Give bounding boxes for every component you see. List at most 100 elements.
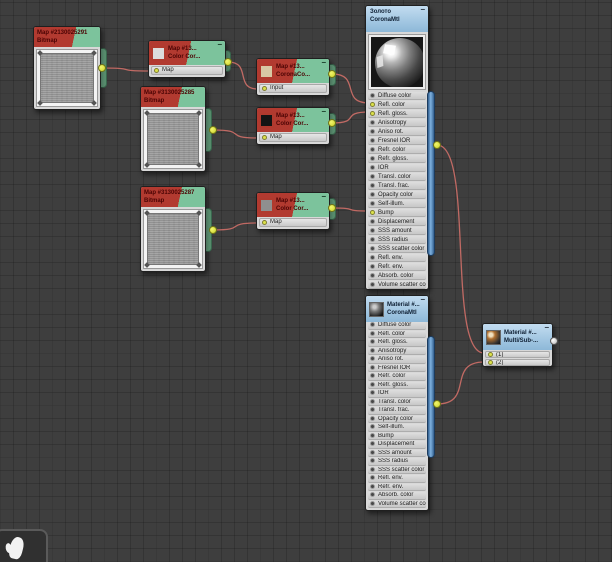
material-slot[interactable]: Displacement: [368, 441, 426, 449]
slot-input-socket[interactable]: [370, 191, 375, 197]
slot-input-socket[interactable]: [370, 119, 375, 125]
slot-input-socket[interactable]: [370, 281, 375, 287]
cc1-header[interactable]: Map #13... Color Cor... −: [149, 41, 225, 65]
submaterial-slot[interactable]: (1): [485, 351, 550, 358]
slot-input-socket[interactable]: [370, 415, 375, 421]
material-slot[interactable]: Transl. color: [368, 173, 426, 181]
material-slot[interactable]: Aniso rot.: [368, 128, 426, 136]
node-color-correction-3[interactable]: Map #13... Color Cor... − Map: [256, 192, 330, 230]
cc2-header[interactable]: Map #13... Color Cor... −: [257, 108, 329, 132]
material-slot[interactable]: Self-illum.: [368, 200, 426, 208]
material-slot[interactable]: Refl. env.: [368, 254, 426, 262]
multisub-header[interactable]: Material #... Multi/Sub-... −: [483, 324, 552, 350]
slot-input-socket[interactable]: [370, 182, 375, 188]
slot-input-socket[interactable]: [370, 373, 375, 379]
material-slot[interactable]: Volume scatter color: [368, 500, 426, 508]
material-slot[interactable]: Refl. color: [368, 101, 426, 109]
bitmap1-texture-preview[interactable]: [40, 53, 94, 103]
collapse-button[interactable]: −: [544, 324, 549, 332]
slot-input-socket[interactable]: [370, 398, 375, 404]
coronacolor-header[interactable]: Map #13... CoronaCo... −: [257, 59, 329, 83]
material-slot[interactable]: Transl. frac.: [368, 407, 426, 415]
collapse-button[interactable]: −: [420, 6, 425, 14]
slot-input-socket[interactable]: [370, 92, 375, 98]
material-slot[interactable]: Volume scatter color: [368, 281, 426, 289]
slot-input-socket[interactable]: [370, 164, 375, 170]
slot-input-socket[interactable]: [370, 483, 375, 489]
material-slot[interactable]: Displacement: [368, 218, 426, 226]
material-slot[interactable]: Bump: [368, 209, 426, 217]
slot-input-socket[interactable]: [370, 227, 375, 233]
slot-input-socket[interactable]: [370, 407, 375, 413]
material-slot[interactable]: SSS amount: [368, 227, 426, 235]
material-slot[interactable]: IOR: [368, 164, 426, 172]
material-slot[interactable]: Refr. gloss.: [368, 381, 426, 389]
material-slot[interactable]: SSS radius: [368, 458, 426, 466]
collapse-button[interactable]: −: [321, 193, 326, 201]
material-slot[interactable]: Anisotropy: [368, 119, 426, 127]
material-slot[interactable]: Aniso rot.: [368, 356, 426, 364]
slot-input-socket[interactable]: [370, 236, 375, 242]
slate-material-editor-canvas[interactable]: Map #2130025291 Bitmap Map #3130025285 B…: [0, 0, 612, 562]
cc2-output-socket[interactable]: [328, 119, 336, 127]
node-coronacolor[interactable]: Map #13... CoronaCo... − Input: [256, 58, 330, 96]
cc3-output-socket[interactable]: [328, 204, 336, 212]
material-slot[interactable]: Fresnel IOR: [368, 364, 426, 372]
node-coronamtl-2[interactable]: Material #... CoronaMtl − Diffuse color …: [365, 295, 435, 511]
cc2-map-input-socket[interactable]: [262, 134, 267, 140]
material-slot[interactable]: Opacity color: [368, 191, 426, 199]
coronacolor-slot-input[interactable]: Input: [259, 84, 327, 93]
wire-coronacolor-to-mtl1:Refl. color[interactable]: [331, 73, 370, 104]
slot-input-socket[interactable]: [370, 356, 375, 362]
bitmap3-output-socket[interactable]: [209, 226, 217, 234]
slot-input-socket[interactable]: [370, 330, 375, 336]
bitmap3-header[interactable]: Map #3130025287 Bitmap: [141, 187, 205, 207]
bitmap1-output-socket[interactable]: [98, 64, 106, 72]
slot-input-socket[interactable]: [370, 449, 375, 455]
mtl2-output-socket[interactable]: [433, 400, 441, 408]
wire-cc3-to-mtl1:Bump[interactable]: [331, 207, 370, 212]
slot-input-socket[interactable]: [370, 492, 375, 498]
node-color-correction-1[interactable]: Map #13... Color Cor... − Map: [148, 40, 226, 78]
mtl2-scroll-strip[interactable]: [427, 336, 435, 458]
slot-input-socket[interactable]: [370, 110, 375, 116]
material-slot[interactable]: SSS scatter color: [368, 245, 426, 253]
slot-input-socket[interactable]: [370, 146, 375, 152]
material-slot[interactable]: Absorb. color: [368, 272, 426, 280]
slot-input-socket[interactable]: [370, 441, 375, 447]
material-slot[interactable]: Refr. env.: [368, 263, 426, 271]
material-slot[interactable]: Refr. env.: [368, 483, 426, 491]
node-color-correction-2[interactable]: Map #13... Color Cor... − Map: [256, 107, 330, 145]
material-slot[interactable]: Diffuse color: [368, 322, 426, 330]
material-slot[interactable]: Opacity color: [368, 415, 426, 423]
pan-tool-box[interactable]: [0, 529, 48, 562]
material-slot[interactable]: IOR: [368, 390, 426, 398]
mtl1-header[interactable]: Золото CoronaMtl −: [366, 6, 428, 32]
material-slot[interactable]: Refr. gloss.: [368, 155, 426, 163]
node-bitmap2[interactable]: Map #3130025285 Bitmap: [140, 86, 206, 172]
collapse-button[interactable]: −: [321, 59, 326, 67]
material-slot[interactable]: Refl. env.: [368, 475, 426, 483]
cc3-slot-map[interactable]: Map: [259, 218, 327, 227]
material-slot[interactable]: SSS scatter color: [368, 466, 426, 474]
material-slot[interactable]: Transl. frac.: [368, 182, 426, 190]
cc1-output-socket[interactable]: [224, 58, 232, 66]
coronacolor-input-socket[interactable]: [262, 85, 267, 91]
slot-input-socket[interactable]: [370, 322, 375, 328]
material-slot[interactable]: Anisotropy: [368, 347, 426, 355]
bitmap3-texture-preview[interactable]: [147, 213, 199, 265]
slot-input-socket[interactable]: [370, 209, 375, 215]
slot-input-socket[interactable]: [370, 364, 375, 370]
material-slot[interactable]: Refr. color: [368, 146, 426, 154]
node-coronamtl-gold[interactable]: Золото CoronaMtl − Diffuse color Refl. c…: [365, 5, 435, 290]
slot-input-socket[interactable]: [370, 200, 375, 206]
wire-cc1-to-coronacolor:Input[interactable]: [227, 61, 259, 90]
coronacolor-output-socket[interactable]: [328, 70, 336, 78]
node-multisub[interactable]: Material #... Multi/Sub-... − (1) (2): [482, 323, 553, 367]
slot-input-socket[interactable]: [370, 245, 375, 251]
slot-input-socket[interactable]: [370, 390, 375, 396]
slot-input-socket[interactable]: [370, 137, 375, 143]
wire-cc2-to-mtl1:Refl. gloss.[interactable]: [331, 111, 370, 124]
wire-bitmap2-to-cc2:Map[interactable]: [212, 129, 259, 139]
mtl1-scroll-strip[interactable]: [427, 91, 435, 256]
